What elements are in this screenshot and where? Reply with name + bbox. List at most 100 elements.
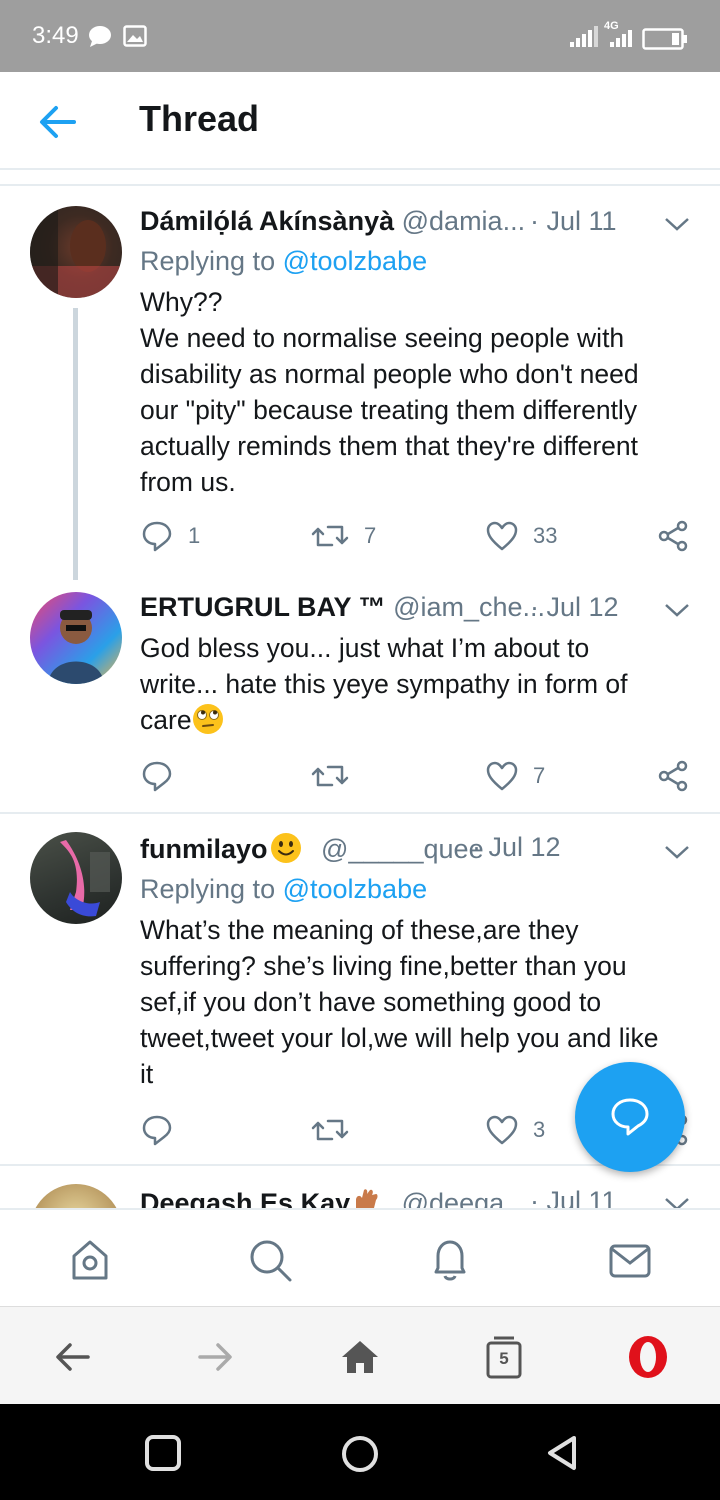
author-name[interactable]: Dámilọ́lá Akínsànyà — [140, 206, 394, 236]
text-line: from us. — [140, 467, 236, 497]
page-title: Thread — [139, 98, 260, 139]
image-icon — [123, 25, 147, 47]
smiley-emoji-icon — [270, 833, 301, 863]
tweet-divider — [0, 812, 720, 814]
text-line: suffering? she’s living fine,better than… — [140, 951, 627, 981]
heart-icon — [486, 521, 518, 551]
replying-handle[interactable]: @toolzbabe — [283, 246, 428, 276]
author-handle: @deega... — [401, 1188, 527, 1208]
like-button[interactable]: 33 — [485, 516, 557, 556]
home-circle-icon[interactable] — [340, 1434, 380, 1474]
tweet-date: · Jul 12 — [472, 832, 561, 862]
back-triangle-icon[interactable] — [544, 1434, 580, 1472]
author-name[interactable]: Deegash Es Kay — [140, 1188, 350, 1208]
status-bar: 3:49 4G — [0, 0, 720, 72]
reply-icon — [142, 761, 172, 792]
reply-icon — [142, 1115, 172, 1146]
text-segment: care — [140, 705, 192, 735]
notifications-bell-icon[interactable] — [426, 1236, 474, 1284]
text-line: actually reminds them that they're diffe… — [140, 431, 639, 461]
avatar[interactable] — [30, 206, 122, 298]
text-line: our "pity" because treating them differe… — [140, 395, 638, 425]
tweet-date: · Jul 11 — [530, 1186, 617, 1208]
chat-bubble-icon — [89, 26, 111, 47]
browser-toolbar: 5 — [0, 1306, 720, 1404]
like-button[interactable]: 3 — [485, 1110, 545, 1150]
browser-back-icon[interactable] — [50, 1335, 94, 1379]
avatar[interactable] — [30, 832, 122, 924]
author-handle: @damia... — [401, 206, 526, 236]
thread-header: Thread — [0, 72, 720, 170]
chevron-down-icon[interactable] — [664, 1196, 690, 1208]
replying-to: Replying to @toolzbabe — [140, 874, 427, 905]
hands-emoji-icon — [356, 1189, 378, 1208]
retweet-button[interactable] — [310, 1110, 364, 1150]
share-button[interactable] — [656, 516, 690, 556]
author-name[interactable]: funmilayo — [140, 834, 268, 864]
tweet-header: Dámilọ́lá Akínsànyà @damia... — [140, 206, 525, 242]
text-line: care — [140, 702, 700, 738]
compose-reply-button[interactable] — [575, 1062, 685, 1172]
chevron-down-icon[interactable] — [664, 216, 690, 232]
tweet-header: funmilayo @_____quee — [140, 832, 484, 868]
replying-label: Replying to — [140, 874, 283, 904]
avatar[interactable] — [30, 592, 122, 684]
retweet-button[interactable] — [310, 756, 364, 796]
recents-square-icon[interactable] — [144, 1434, 182, 1472]
share-button[interactable] — [656, 756, 690, 796]
retweet-count: 7 — [364, 523, 377, 548]
tweet-actions: 1 7 33 — [140, 516, 700, 556]
retweet-button[interactable]: 7 — [310, 516, 376, 556]
battery-icon — [642, 28, 687, 50]
text-line: We need to normalise seeing people with — [140, 323, 625, 353]
home-icon[interactable] — [66, 1236, 114, 1284]
retweet-icon — [311, 525, 349, 547]
heart-icon — [486, 1115, 518, 1145]
share-icon — [658, 760, 688, 792]
retweet-icon — [311, 1119, 349, 1141]
tweet-4[interactable]: Deegash Es Kay @deega... · Jul 11 — [0, 1166, 720, 1208]
replying-handle[interactable]: @toolzbabe — [283, 874, 428, 904]
opera-menu-icon[interactable] — [626, 1335, 670, 1379]
like-count: 7 — [533, 763, 546, 788]
status-time: 3:49 — [32, 22, 79, 49]
reply-button[interactable] — [140, 1110, 188, 1150]
back-arrow-icon[interactable] — [36, 102, 80, 142]
text-line: write... hate this yeye sympathy in form… — [140, 669, 628, 699]
reply-button[interactable] — [140, 756, 188, 796]
replying-to: Replying to @toolzbabe — [140, 246, 427, 277]
text-line: sef,if you don’t have something good to — [140, 987, 602, 1017]
tabs-button[interactable]: 5 — [482, 1335, 526, 1379]
avatar[interactable] — [30, 1184, 122, 1208]
like-count: 33 — [533, 523, 558, 548]
search-icon[interactable] — [246, 1236, 294, 1284]
system-navigation-bar — [0, 1404, 720, 1500]
chevron-down-icon[interactable] — [664, 844, 690, 860]
messages-envelope-icon[interactable] — [606, 1236, 654, 1284]
like-button[interactable]: 7 — [485, 756, 545, 796]
bottom-tab-bar — [0, 1208, 720, 1306]
chevron-down-icon[interactable] — [664, 602, 690, 618]
author-handle: @iam_che... — [393, 592, 546, 622]
like-count: 3 — [533, 1117, 546, 1142]
heart-icon — [486, 761, 518, 791]
reply-icon — [142, 521, 172, 552]
text-line: Why?? — [140, 287, 223, 317]
retweet-icon — [311, 765, 349, 787]
reply-bubble-icon — [611, 1098, 649, 1136]
header-divider — [0, 184, 720, 186]
eye-roll-emoji-icon — [192, 704, 223, 734]
thread-line — [73, 308, 78, 580]
browser-forward-icon[interactable] — [194, 1335, 238, 1379]
tweet-header: Deegash Es Kay @deega... — [140, 1186, 527, 1208]
reply-count: 1 — [188, 523, 201, 548]
share-icon — [658, 520, 688, 552]
reply-button[interactable]: 1 — [140, 516, 200, 556]
replying-label: Replying to — [140, 246, 283, 276]
text-line: What’s the meaning of these,are they — [140, 915, 579, 945]
signal-icon — [570, 26, 598, 47]
tweet-date: · Jul 11 — [530, 206, 617, 236]
author-name[interactable]: ERTUGRUL BAY ™ — [140, 592, 386, 622]
text-line: God bless you... just what I’m about to — [140, 633, 590, 663]
browser-home-icon[interactable] — [338, 1335, 382, 1379]
